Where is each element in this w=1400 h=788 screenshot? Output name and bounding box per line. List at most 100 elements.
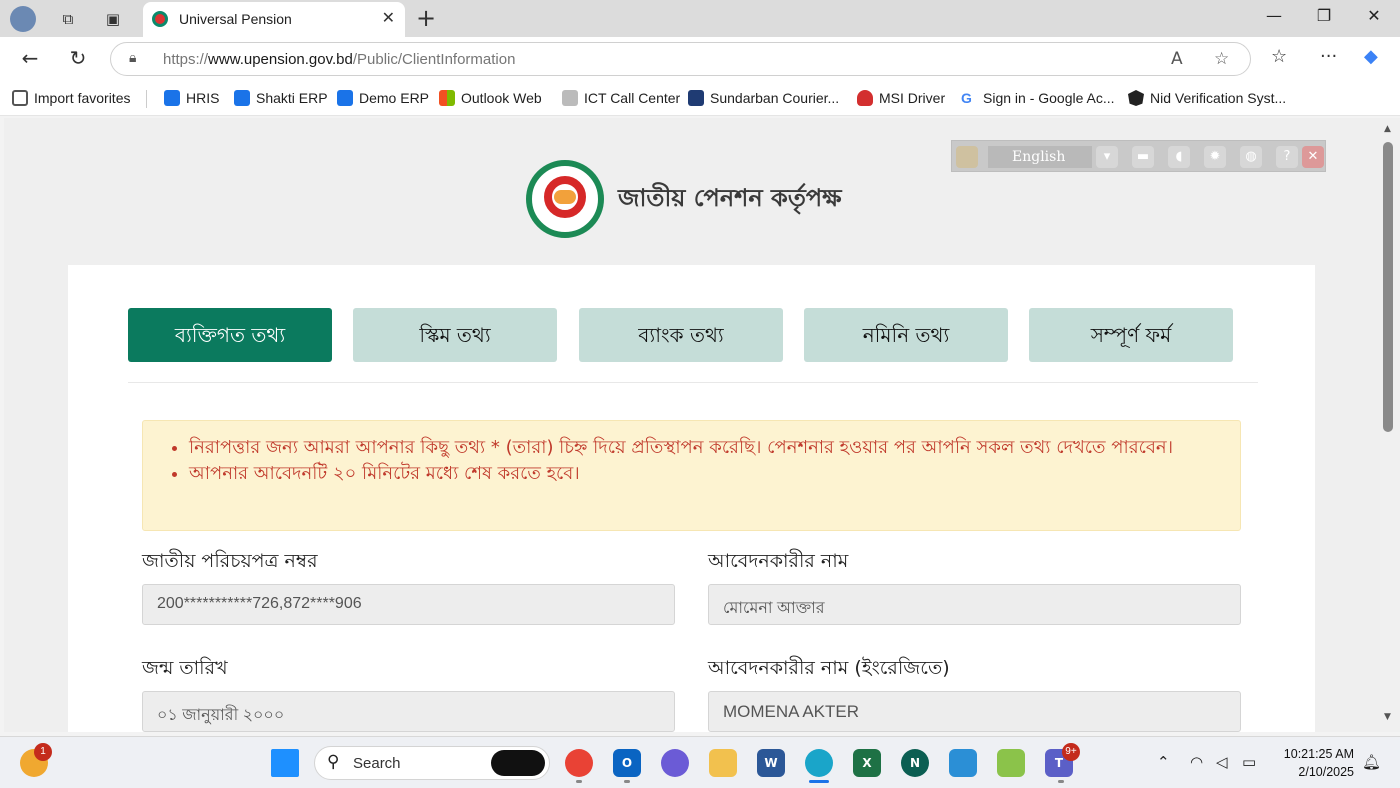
favorite-ict-call-center[interactable]: ICT Call Center <box>562 90 680 106</box>
page-scrollbar[interactable]: ▲ ▼ <box>1380 118 1400 732</box>
tab-complete-form[interactable]: সম্পূর্ণ ফর্ম <box>1029 308 1233 362</box>
org-logo <box>526 160 604 238</box>
favorite-msi-driver[interactable]: MSI Driver <box>857 90 945 106</box>
close-tab-icon[interactable]: ✕ <box>382 8 395 27</box>
close-translate-icon[interactable]: ✕ <box>1302 146 1324 168</box>
minimize-button[interactable]: — <box>1254 6 1294 25</box>
active-app-indicator <box>809 780 829 783</box>
form-tabs: ব্যক্তিগত তথ্য স্কিম তথ্য ব্যাংক তথ্য নম… <box>128 308 1258 383</box>
refresh-button[interactable]: ↻ <box>65 46 91 70</box>
favorite-hris[interactable]: HRIS <box>164 90 219 106</box>
logo-hands <box>554 190 576 204</box>
lock-icon[interactable]: 🔒︎ <box>129 50 136 66</box>
n-app-icon[interactable]: N <box>901 749 929 777</box>
address-bar[interactable]: 🔒︎ https://www.upension.gov.bd/Public/Cl… <box>110 42 1251 76</box>
favorite-outlook-web[interactable]: Outlook Web <box>439 90 542 106</box>
close-window-button[interactable]: ✕ <box>1354 6 1394 25</box>
profile-avatar[interactable] <box>10 6 36 32</box>
edge-icon[interactable] <box>805 749 833 777</box>
language-select[interactable]: English <box>988 146 1092 168</box>
favorites-bar: Import favorites HRIS Shakti ERP Demo ER… <box>0 81 1400 116</box>
url-text: https://www.upension.gov.bd/Public/Clien… <box>163 51 516 68</box>
collections-icon[interactable]: ⧉ <box>55 6 81 32</box>
alert-item-time-limit: আপনার আবেদনটি ২০ মিনিটের মধ্যে শেষ করতে … <box>189 461 1229 487</box>
chrome-icon[interactable] <box>565 749 593 777</box>
new-tab-button[interactable]: + <box>416 4 436 32</box>
volume-icon[interactable]: ◁ <box>1216 753 1228 771</box>
outlook-icon[interactable]: O <box>613 749 641 777</box>
restore-button[interactable]: ❐ <box>1304 6 1344 25</box>
translate-widget: English ▾ ▬ ◖ ✹ ◍ ? ✕ <box>951 140 1326 172</box>
teams-badge: 9+ <box>1062 743 1080 761</box>
taskbar-search[interactable]: ⚲ Search <box>314 746 550 780</box>
microsoft-icon <box>439 90 455 106</box>
nid-field[interactable]: 200***********726,872****906 <box>142 584 675 625</box>
taskbar: 1 ⚲ Search O W X N T 9+ ⌃ ◠ ◁ ▭ 10:21:25… <box>0 736 1400 788</box>
search-highlight-icon <box>491 750 545 776</box>
favorite-star-icon[interactable]: ☆ <box>1214 49 1229 69</box>
browser-tab-strip: ⧉ ▣ Universal Pension ✕ + — ❐ ✕ <box>0 0 1400 37</box>
favorite-import[interactable]: Import favorites <box>12 90 130 106</box>
favorite-google-signin[interactable]: G Sign in - Google Ac... <box>961 90 1115 106</box>
dob-label: জন্ম তারিখ <box>142 657 228 679</box>
wifi-icon[interactable]: ◠ <box>1190 753 1203 771</box>
excel-icon[interactable]: X <box>853 749 881 777</box>
applicant-name-en-field[interactable]: MOMENA AKTER <box>708 691 1241 732</box>
green-app-icon[interactable] <box>997 749 1025 777</box>
browser-tab[interactable]: Universal Pension ✕ <box>143 2 405 37</box>
import-icon <box>12 90 28 106</box>
listen-icon[interactable]: ▬ <box>1132 146 1154 168</box>
dob-field[interactable]: ০১ জানুয়ারী ২০০০ <box>142 691 675 732</box>
tab-nominee-info[interactable]: নমিনি তথ্য <box>804 308 1008 362</box>
org-title: জাতীয় পেনশন কর্তৃপক্ষ <box>618 184 842 212</box>
show-hidden-icons-icon[interactable]: ⌃ <box>1157 753 1170 771</box>
vertical-tabs-icon[interactable]: ▣ <box>100 6 126 32</box>
read-aloud-icon[interactable]: A <box>1171 49 1183 69</box>
file-explorer-icon[interactable] <box>709 749 737 777</box>
settings-icon[interactable]: ✹ <box>1204 146 1226 168</box>
scroll-down-arrow-icon[interactable]: ▼ <box>1384 712 1391 722</box>
translate-logo-icon <box>956 146 978 168</box>
ict-icon <box>562 90 578 106</box>
back-button[interactable]: ← <box>17 46 43 70</box>
favorite-shakti-erp[interactable]: Shakti ERP <box>234 90 328 106</box>
tab-title: Universal Pension <box>179 11 292 27</box>
tab-scheme-info[interactable]: স্কিম তথ্য <box>353 308 557 362</box>
remote-desktop-icon[interactable] <box>949 749 977 777</box>
security-alert: নিরাপত্তার জন্য আমরা আপনার কিছু তথ্য * (… <box>142 420 1241 531</box>
system-clock[interactable]: 10:21:25 AM 2/10/2025 <box>1272 745 1354 781</box>
globe-icon[interactable]: ◍ <box>1240 146 1262 168</box>
applicant-name-field[interactable]: মোমেনা আক্তার <box>708 584 1241 625</box>
hris-icon <box>164 90 180 106</box>
copilot-app-icon[interactable] <box>661 749 689 777</box>
more-menu-icon[interactable]: ··· <box>1320 46 1337 67</box>
start-windows-icon[interactable] <box>271 749 299 777</box>
notifications-bell-icon[interactable]: 🔔︎ <box>1362 753 1381 771</box>
mouse-icon[interactable]: ◖ <box>1168 146 1190 168</box>
dropdown-arrow-icon[interactable]: ▾ <box>1096 146 1118 168</box>
search-icon: ⚲ <box>327 752 340 772</box>
clock-date: 2/10/2025 <box>1298 765 1354 779</box>
google-icon: G <box>961 90 972 106</box>
angular-icon <box>1128 90 1144 106</box>
favorites-divider <box>146 90 147 108</box>
scroll-up-arrow-icon[interactable]: ▲ <box>1384 124 1391 134</box>
help-icon[interactable]: ? <box>1276 146 1298 168</box>
word-icon[interactable]: W <box>757 749 785 777</box>
copilot-icon[interactable]: ◆ <box>1364 46 1378 67</box>
tab-bank-info[interactable]: ব্যাংক তথ্য <box>579 308 783 362</box>
favorite-nid-verification[interactable]: Nid Verification Syst... <box>1128 90 1286 106</box>
browser-toolbar: ← ↻ 🔒︎ https://www.upension.gov.bd/Publi… <box>0 37 1400 81</box>
clock-time: 10:21:25 AM <box>1283 747 1354 761</box>
favorites-icon[interactable]: ☆ <box>1271 46 1287 67</box>
favorite-sundarban-courier[interactable]: Sundarban Courier... <box>688 90 839 106</box>
search-label: Search <box>353 755 401 772</box>
favorite-demo-erp[interactable]: Demo ERP <box>337 90 429 106</box>
scrollbar-thumb[interactable] <box>1383 142 1393 432</box>
msi-icon <box>857 90 873 106</box>
widgets-badge: 1 <box>34 743 52 761</box>
battery-icon[interactable]: ▭ <box>1242 753 1256 771</box>
tab-personal-info[interactable]: ব্যক্তিগত তথ্য <box>128 308 332 362</box>
running-indicator <box>624 780 630 783</box>
applicant-name-label: আবেদনকারীর নাম <box>708 550 849 572</box>
